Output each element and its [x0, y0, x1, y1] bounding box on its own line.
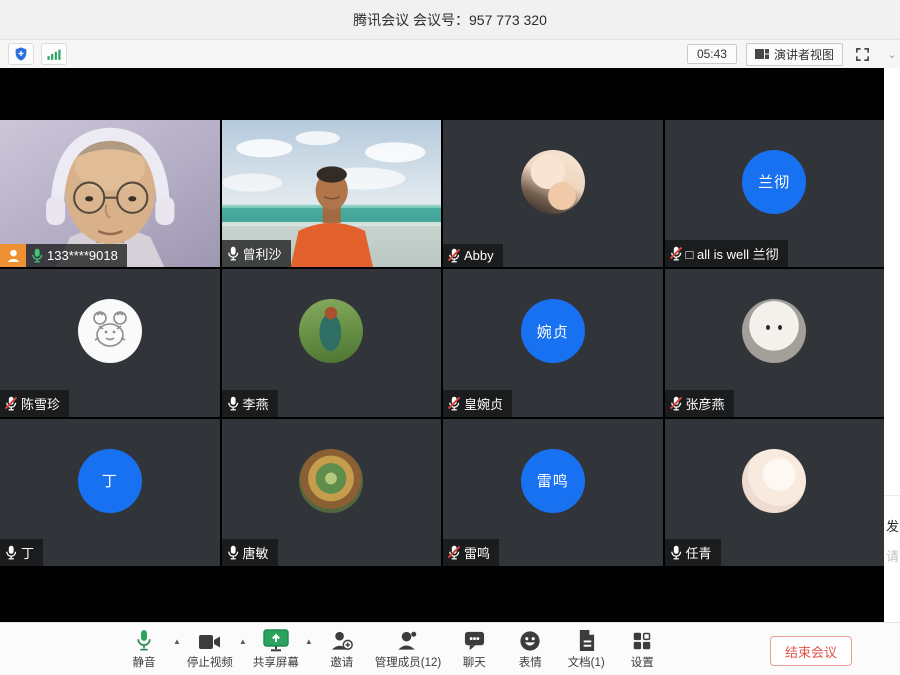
top-toolbar: 05:43 演讲者视图: [0, 40, 884, 68]
avatar-photo: [299, 449, 363, 513]
mic-on-icon: [31, 248, 43, 263]
settings-button[interactable]: 设置: [619, 628, 665, 670]
participant-tile-5[interactable]: 陈雪珍: [0, 269, 220, 416]
participant-tile-1[interactable]: 133****9018: [0, 120, 220, 267]
meeting-window: 腾讯会议 会议号：957 773 320: [0, 0, 900, 675]
title-bar: 腾讯会议 会议号：957 773 320: [0, 0, 900, 40]
participant-label: 任青: [665, 539, 721, 566]
mic-muted-icon: [5, 396, 17, 411]
microphone-icon: [134, 628, 154, 652]
participant-name: 任青: [686, 543, 712, 562]
participant-tile-8[interactable]: 张彦燕: [665, 269, 885, 416]
mic-on-icon: [5, 545, 17, 560]
invite-person-icon: [330, 628, 353, 652]
stop-video-button[interactable]: 停止视频: [187, 628, 233, 670]
participant-name: 陈雪珍: [21, 394, 60, 413]
video-stage: 133****9018: [0, 68, 884, 622]
mic-on-icon: [227, 545, 239, 560]
collapsed-side-panel[interactable]: ⌄ 发 请: [884, 40, 900, 622]
mic-muted-icon: [448, 545, 460, 560]
emoji-button[interactable]: 表情: [507, 628, 553, 670]
avatar-initials: 兰彻: [742, 150, 806, 214]
participant-label: 张彦燕: [665, 390, 734, 417]
mic-muted-icon: [670, 396, 682, 411]
participant-tile-12[interactable]: 任青: [665, 419, 885, 566]
manage-members-button[interactable]: 管理成员(12): [375, 628, 441, 670]
participant-label: 皇婉贞: [443, 390, 512, 417]
members-icon: [396, 628, 419, 652]
participant-tile-2[interactable]: 曾利沙: [222, 120, 442, 267]
avatar-initials: 婉贞: [521, 299, 585, 363]
documents-button[interactable]: 文档(1): [563, 628, 609, 670]
share-screen-icon: [263, 628, 289, 652]
participant-label: 李燕: [222, 390, 278, 417]
mic-muted-icon: [448, 248, 460, 263]
mic-muted-icon: [448, 396, 460, 411]
participant-label: 曾利沙: [222, 240, 291, 267]
speaker-view-button[interactable]: 演讲者视图: [746, 43, 843, 66]
mic-on-icon: [227, 246, 239, 261]
invite-button[interactable]: 邀请: [319, 628, 365, 670]
participant-tile-4[interactable]: 兰彻 □ all is well 兰彻: [665, 120, 885, 267]
avatar-photo: [299, 299, 363, 363]
security-shield-icon[interactable]: [8, 43, 34, 65]
participant-name: 133****9018: [47, 248, 118, 263]
meeting-timer: 05:43: [687, 44, 737, 64]
avatar-crab-drawing: [78, 299, 142, 363]
participant-label: Abby: [443, 244, 503, 267]
participant-name: 皇婉贞: [464, 394, 503, 413]
network-signal-icon[interactable]: [41, 43, 67, 65]
avatar-initials: 雷鸣: [521, 449, 585, 513]
participant-label: 唐敏: [222, 539, 278, 566]
video-options-caret[interactable]: ▲: [239, 637, 247, 646]
participant-name: 张彦燕: [686, 394, 725, 413]
participant-label: 雷鸣: [443, 539, 499, 566]
share-options-caret[interactable]: ▲: [305, 637, 313, 646]
participant-name: 雷鸣: [464, 543, 490, 562]
avatar-photo: [742, 449, 806, 513]
participant-name: 曾利沙: [243, 244, 282, 263]
participant-name: Abby: [464, 248, 494, 263]
participant-label: 陈雪珍: [0, 390, 69, 417]
participant-label: 133****9018: [0, 244, 127, 267]
bottom-toolbar: 静音 ▲ 停止视频 ▲ 共享屏幕: [0, 622, 900, 675]
participant-tile-11[interactable]: 雷鸣 雷鸣: [443, 419, 663, 566]
participant-grid: 133****9018: [0, 120, 884, 566]
meeting-title: 腾讯会议 会议号：957 773 320: [353, 10, 547, 30]
settings-grid-icon: [631, 628, 653, 652]
participant-name: □ all is well 兰彻: [686, 244, 779, 263]
emoji-smile-icon: [519, 628, 541, 652]
chat-button[interactable]: 聊天: [451, 628, 497, 670]
mic-options-caret[interactable]: ▲: [173, 637, 181, 646]
avatar-photo: [521, 150, 585, 214]
participant-tile-7[interactable]: 婉贞 皇婉贞: [443, 269, 663, 416]
layout-view-icon: [755, 48, 769, 60]
participant-tile-6[interactable]: 李燕: [222, 269, 442, 416]
panel-partial-text: 发: [886, 516, 899, 535]
participant-name: 丁: [21, 543, 34, 562]
participant-label: □ all is well 兰彻: [665, 240, 788, 267]
participant-tile-3[interactable]: Abby: [443, 120, 663, 267]
share-screen-button[interactable]: 共享屏幕: [253, 628, 299, 670]
mic-on-icon: [227, 396, 239, 411]
participant-label: 丁: [0, 539, 43, 566]
participant-tile-9[interactable]: 丁 丁: [0, 419, 220, 566]
fullscreen-button[interactable]: [852, 44, 872, 64]
chevron-down-icon[interactable]: ⌄: [884, 40, 900, 68]
participant-name: 唐敏: [243, 543, 269, 562]
participant-tile-10[interactable]: 唐敏: [222, 419, 442, 566]
mic-muted-icon: [670, 246, 682, 261]
chat-bubble-icon: [463, 628, 486, 652]
presenter-badge-icon: [0, 244, 26, 267]
avatar-initials: 丁: [78, 449, 142, 513]
mute-button[interactable]: 静音: [121, 628, 167, 670]
participant-name: 李燕: [243, 394, 269, 413]
mic-on-icon: [670, 545, 682, 560]
camera-icon: [198, 628, 222, 652]
document-icon: [577, 628, 596, 652]
avatar-plush-sheep: [742, 299, 806, 363]
panel-partial-placeholder: 请: [886, 546, 899, 565]
end-meeting-button[interactable]: 结束会议: [770, 636, 852, 666]
